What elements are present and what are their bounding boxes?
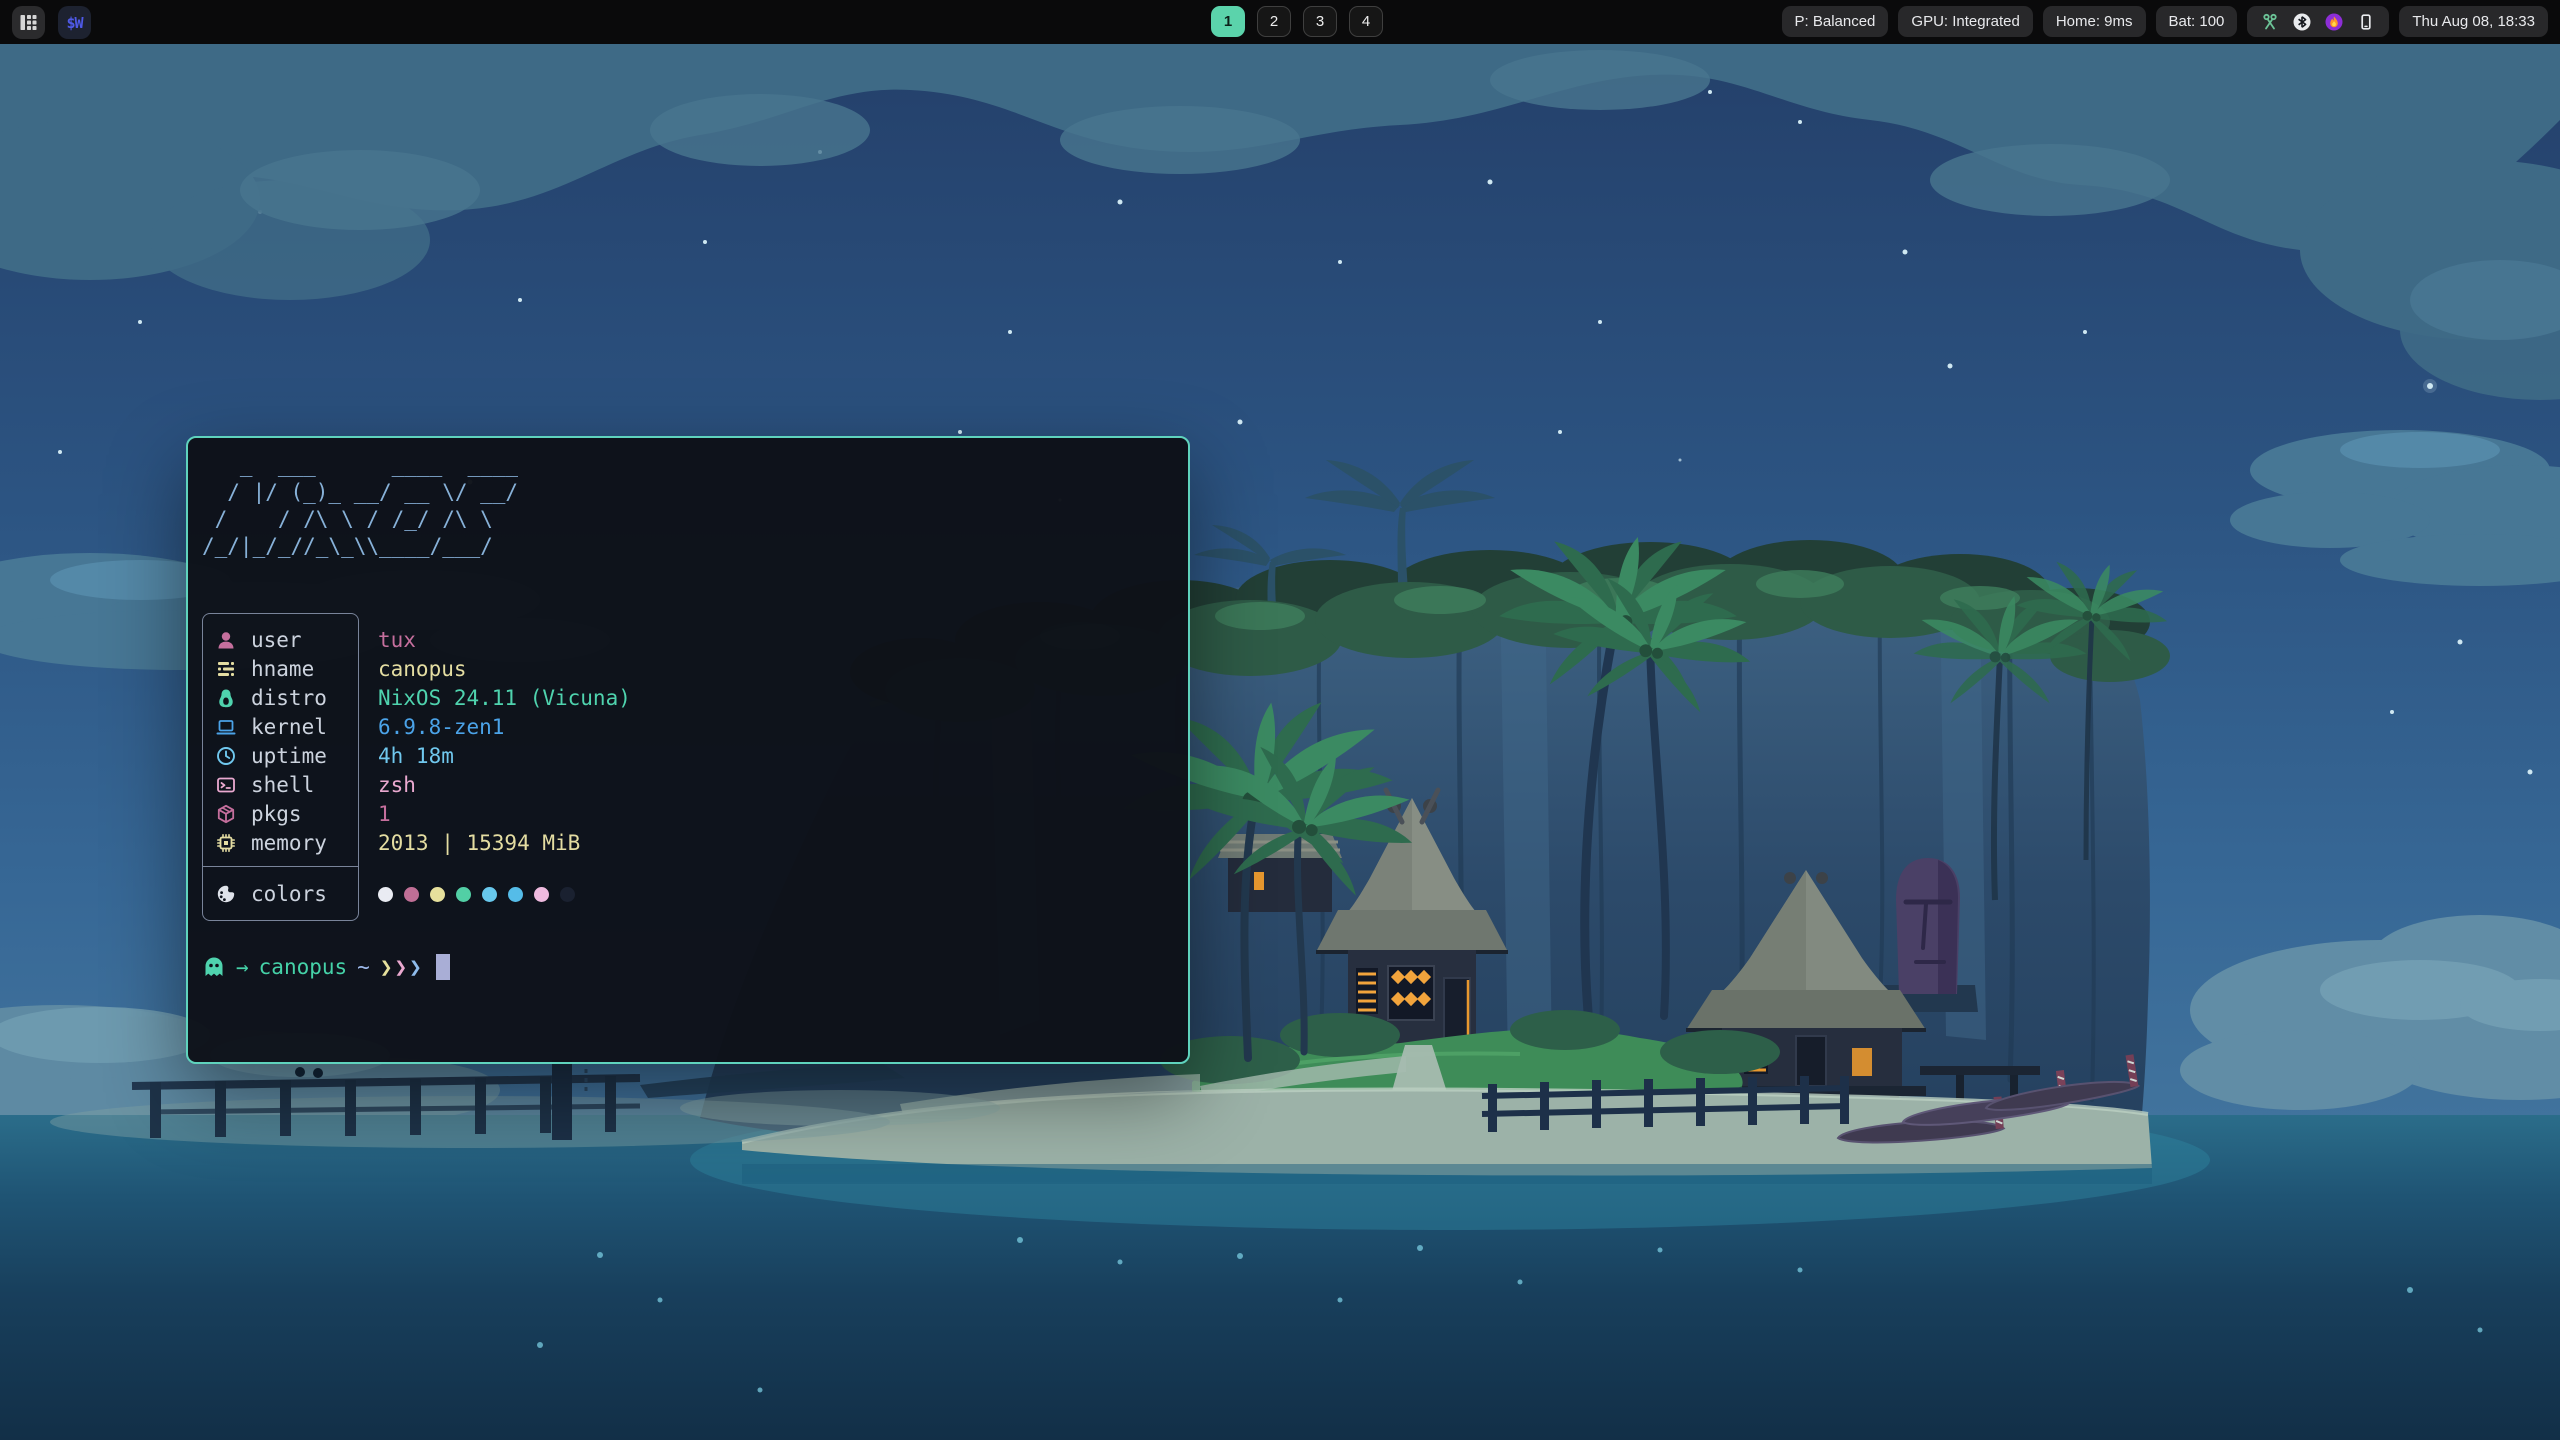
fetch-value-pkgs: 1 [378,802,391,826]
battery-pill[interactable]: Bat: 100 [2156,6,2238,37]
prompt-path: ~ [357,955,370,979]
fetch-row-memory: memory [203,828,358,857]
fetch-label-uptime: uptime [251,744,327,768]
fetch-label-kernel: kernel [251,715,327,739]
fetch-row-shell: shell [203,770,358,799]
color-swatch [456,887,471,902]
workspace-switcher: 1 2 3 4 [1211,6,1383,37]
system-tray [2247,6,2389,37]
bluetooth-icon[interactable] [2293,13,2311,31]
pixel-logo-text: $W [66,14,82,32]
ping-pill[interactable]: Home: 9ms [2043,6,2146,37]
user-icon [215,629,239,651]
workspace-3[interactable]: 3 [1303,6,1337,37]
ping-label: Home: 9ms [2056,13,2133,30]
apps-grid-icon [19,13,38,32]
pixel-logo-button[interactable]: $W [58,6,91,39]
workspace-2[interactable]: 2 [1257,6,1291,37]
fetch-row-colors: colors [203,867,358,920]
fetch-value-kernel: 6.9.8-zen1 [378,715,504,739]
penguin-icon [215,687,239,709]
ascii-art-line: / |/ (_)_ __/ __ \/ __/ [202,479,1174,506]
color-swatch [534,887,549,902]
color-swatch [430,887,445,902]
laptop-icon [215,716,239,738]
workspace-1[interactable]: 1 [1211,6,1245,37]
clock-label: Thu Aug 08, 18:33 [2412,13,2535,30]
fetch-label-shell: shell [251,773,314,797]
fetch-label-hname: hname [251,657,314,681]
fetch-row-pkgs: pkgs [203,799,358,828]
prompt-hostname: canopus [259,955,348,979]
color-swatch [560,887,575,902]
fetch-label-memory: memory [251,831,327,855]
color-swatch [378,887,393,902]
ascii-art-line: _ ___ ____ ____ [202,452,1174,479]
text-cursor [436,954,450,980]
bar-right-group: P: Balanced GPU: Integrated Home: 9ms Ba… [1782,6,2548,37]
prompt-arrow: → [236,955,249,979]
gpu-pill[interactable]: GPU: Integrated [1898,6,2032,37]
ascii-art-line: /_/|_/_//_\_\\____/___/ [202,533,1174,560]
fetch-label-pkgs: pkgs [251,802,302,826]
gpu-label: GPU: Integrated [1911,13,2019,30]
fetch-row-kernel: kernel [203,712,358,741]
phone-icon[interactable] [2357,13,2375,31]
terminal-icon [215,774,239,796]
fetch-value-uptime: 4h 18m [378,744,454,768]
colors-label: colors [251,882,327,906]
color-swatches [378,867,631,921]
fetch-value-user: tux [378,628,416,652]
bar-left-group: $W [12,6,91,39]
scissors-icon[interactable] [2261,13,2279,31]
fetch-value-distro: NixOS 24.11 (Vicuna) [378,686,631,710]
fetch-label-box: user hname distro [202,613,359,921]
ghost-icon [202,955,226,979]
ascii-art-line: / / /\ \ / /_/ /\ \ [202,506,1174,533]
fetch-value-shell: zsh [378,773,416,797]
power-profile-pill[interactable]: P: Balanced [1782,6,1889,37]
fetch-output: user hname distro [202,613,1174,921]
prompt-chevron: ❯ [380,955,393,979]
fetch-values: tux canopus NixOS 24.11 (Vicuna) 6.9.8-z… [378,613,631,921]
fetch-value-hname: canopus [378,657,467,681]
palette-icon [215,883,239,905]
fetch-label-user: user [251,628,302,652]
chip-icon [215,832,239,854]
package-icon [215,803,239,825]
flameshot-icon[interactable] [2325,13,2343,31]
fetch-value-memory: 2013 | 15394 MiB [378,831,580,855]
fetch-row-hname: hname [203,654,358,683]
list-icon [215,658,239,680]
fetch-row-distro: distro [203,683,358,712]
fetch-row-uptime: uptime [203,741,358,770]
prompt-chevron: ❯ [409,955,422,979]
color-swatch [508,887,523,902]
fetch-row-user: user [203,625,358,654]
color-swatch [404,887,419,902]
apps-launcher-button[interactable] [12,6,45,39]
battery-label: Bat: 100 [2169,13,2225,30]
fetch-label-distro: distro [251,686,327,710]
clock-pill[interactable]: Thu Aug 08, 18:33 [2399,6,2548,37]
shell-prompt[interactable]: → canopus ~ ❯ ❯ ❯ [202,954,1174,980]
power-profile-label: P: Balanced [1795,13,1876,30]
color-swatch [482,887,497,902]
prompt-chevron: ❯ [394,955,407,979]
top-bar: $W 1 2 3 4 P: Balanced GPU: Integrated H… [0,0,2560,44]
terminal-window[interactable]: _ ___ ____ ____ / |/ (_)_ __/ __ \/ __/ … [186,436,1190,1064]
clock-icon [215,745,239,767]
workspace-4[interactable]: 4 [1349,6,1383,37]
